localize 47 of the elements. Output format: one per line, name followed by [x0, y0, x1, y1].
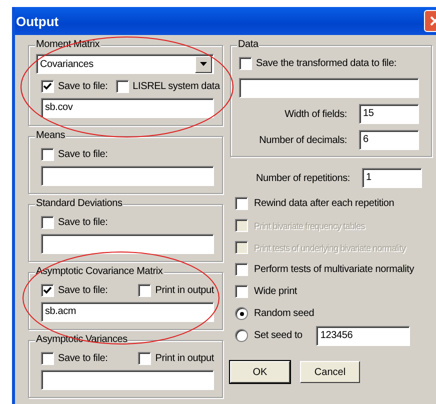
checkbox[interactable] [235, 197, 248, 210]
radio-label: Set seed to [254, 330, 302, 341]
input-field[interactable]: 1 [362, 168, 422, 188]
file-field[interactable]: sb.cov [41, 98, 214, 118]
checkbox-label: Wide print [254, 286, 298, 297]
input-field[interactable]: 6 [359, 130, 419, 150]
checkbox-label: Perform tests of multivariate normality [254, 264, 414, 275]
checkbox-label: Save to file: [58, 148, 109, 160]
checkbox-label: Save the transformed data to file: [256, 58, 397, 68]
checkbox[interactable] [116, 80, 129, 92]
checkbox[interactable] [138, 352, 152, 364]
checkbox[interactable] [41, 80, 54, 92]
field-label: Number of decimals: [259, 134, 347, 146]
checkbox[interactable] [239, 56, 252, 70]
field-label: Number of repetitions: [256, 172, 350, 184]
checkbox-label: Rewind data after each repetition [254, 198, 394, 209]
group-title: Asymptotic Variances [35, 334, 128, 346]
file-field[interactable] [41, 370, 214, 390]
checkbox-label: Print in output [155, 352, 214, 364]
checkbox[interactable] [41, 352, 54, 364]
checkbox-label: Save to file: [58, 216, 109, 228]
dropdown-arrow-icon [200, 62, 207, 66]
checkbox-label: Save to file: [58, 80, 108, 92]
radio-button[interactable] [235, 307, 248, 320]
checkbox[interactable] [235, 285, 248, 298]
checkbox[interactable] [235, 263, 248, 276]
file-field[interactable] [41, 234, 214, 254]
checkbox-label: Save to file: [58, 284, 109, 296]
file-field[interactable]: sb.acm [41, 302, 214, 322]
checkbox[interactable] [41, 148, 54, 160]
radio-button[interactable] [235, 329, 248, 342]
checkbox-label: LISREL system data [132, 80, 220, 92]
checkbox[interactable] [138, 284, 152, 296]
field-label: Width of fields: [284, 108, 347, 120]
file-field[interactable] [239, 78, 419, 98]
dialog-button[interactable]: Cancel [300, 361, 360, 383]
checkbox-label: Print in output [155, 284, 214, 296]
checkbox-label: Save to file: [58, 352, 109, 364]
radio-label: Random seed [254, 308, 314, 319]
dialog-button[interactable]: OK [230, 361, 290, 383]
dropdown[interactable]: Covariances [36, 54, 214, 74]
input-field[interactable]: 123456 [316, 326, 410, 346]
checkbox[interactable] [41, 284, 54, 296]
input-field[interactable]: 15 [359, 104, 419, 124]
window-title: Output [16, 14, 59, 28]
checkbox[interactable] [41, 216, 54, 228]
file-field[interactable] [41, 166, 214, 186]
